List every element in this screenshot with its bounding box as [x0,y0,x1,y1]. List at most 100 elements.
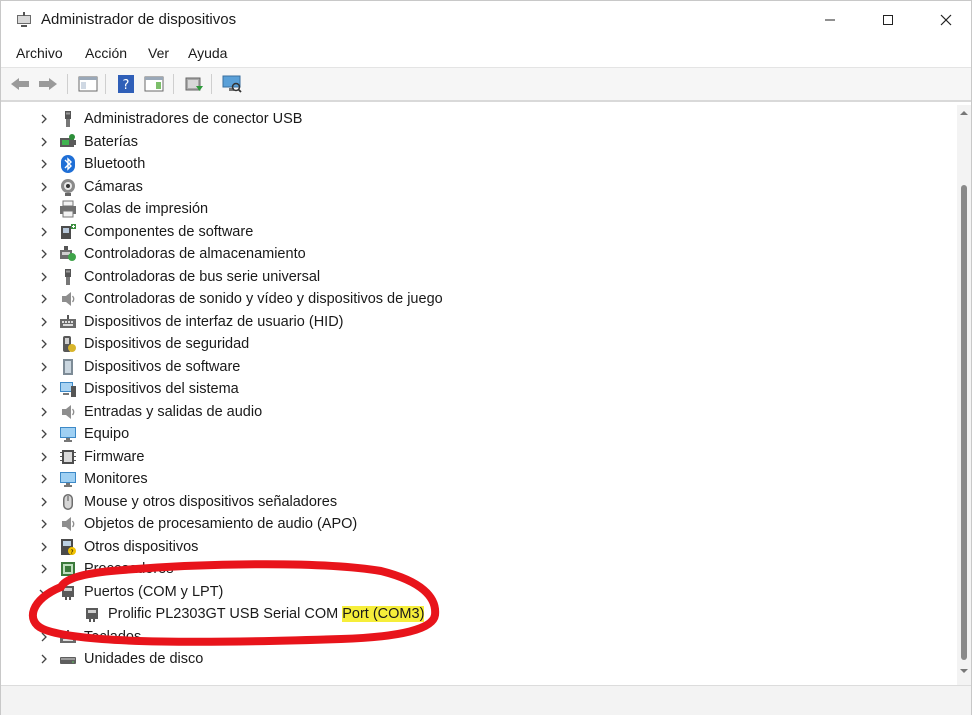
menu-archivo[interactable]: Archivo [16,45,63,61]
chevron-down-icon[interactable] [38,585,50,599]
chevron-right-icon[interactable] [38,517,50,531]
tree-category-item[interactable]: Controladoras de sonido y vídeo y dispos… [1,288,941,310]
webcam-icon [61,178,75,196]
tree-item-label: Bluetooth [84,156,145,172]
vertical-scrollbar[interactable] [957,105,971,685]
tree-category-item[interactable]: Equipo [1,423,941,445]
toolbar: ? [1,68,971,102]
system-device-icon [60,382,76,397]
help-button[interactable]: ? [115,73,137,95]
tree-item-label: Dispositivos de interfaz de usuario (HID… [84,314,344,330]
forward-button[interactable] [37,73,59,95]
tree-category-item[interactable]: Dispositivos de seguridad [1,333,941,355]
tree-category-item[interactable]: Puertos (COM y LPT) [1,581,941,603]
minimize-button[interactable] [807,1,853,39]
tree-category-item[interactable]: Bluetooth [1,153,941,175]
show-hide-console-tree-button[interactable] [77,73,99,95]
tree-item-text: Firmware [84,448,145,465]
device-manager-icon [17,12,31,27]
tree-category-item[interactable]: Controladoras de bus serie universal [1,266,941,288]
scroll-down-arrow-icon[interactable] [960,667,968,675]
keyboard-icon [60,629,76,643]
chevron-right-icon[interactable] [38,247,50,261]
tree-item-text: Equipo [84,426,130,442]
chevron-right-icon[interactable] [38,292,50,306]
tree-category-item[interactable]: Entradas y salidas de audio [1,401,941,423]
software-device-icon [63,358,73,375]
title-bar: Administrador de dispositivos [1,1,971,39]
chevron-right-icon[interactable] [38,450,50,464]
tree-item-label: Puertos (COM y LPT) [84,584,223,600]
chevron-right-icon[interactable] [38,270,50,284]
menu-accion[interactable]: Acción [85,45,127,61]
scroll-thumb[interactable] [961,185,967,660]
tree-item-label: Controladoras de almacenamiento [84,246,306,262]
chevron-right-icon[interactable] [38,202,50,216]
chevron-right-icon[interactable] [38,630,50,644]
tree-category-item[interactable]: Firmware [1,446,941,468]
tree-category-item[interactable]: Componentes de software [1,221,941,243]
update-driver-icon [185,77,203,91]
chevron-right-icon[interactable] [38,112,50,126]
tree-item-text: Entradas y salidas de audio [84,403,263,420]
back-button[interactable] [9,73,31,95]
chevron-right-icon[interactable] [38,157,50,171]
toolbar-separator [105,74,106,94]
chevron-right-icon[interactable] [38,495,50,509]
tree-child-item[interactable]: Prolific PL2303GT USB Serial COM Port (C… [1,603,941,625]
tree-item-label: Dispositivos de seguridad [84,336,249,352]
chevron-right-icon[interactable] [38,427,50,441]
tree-item-text: Dispositivos del sistema [84,381,239,397]
chevron-right-icon[interactable] [38,652,50,666]
tree-category-item[interactable]: Dispositivos de interfaz de usuario (HID… [1,311,941,333]
tree-category-item[interactable]: Dispositivos del sistema [1,378,941,400]
chevron-right-icon[interactable] [38,405,50,419]
chevron-right-icon[interactable] [38,135,50,149]
storage-controller-icon [60,246,76,261]
tree-item-text: Dispositivos de seguridad [84,336,250,352]
tree-category-item[interactable]: Baterías [1,131,941,153]
action-pane-button[interactable] [143,73,165,95]
scan-hardware-button[interactable] [221,73,243,95]
chevron-right-icon[interactable] [38,337,50,351]
tree-category-item[interactable]: Mouse y otros dispositivos señaladores [1,491,941,513]
tree-category-item[interactable]: Administradores de conector USB [1,108,941,130]
tree-category-item[interactable]: ? Otros dispositivos [1,536,941,558]
chevron-right-icon[interactable] [38,540,50,554]
chevron-right-icon[interactable] [38,360,50,374]
close-button[interactable] [923,1,969,39]
forward-arrow-icon [39,78,57,90]
tree-category-item[interactable]: Teclados [1,626,941,648]
menu-ver[interactable]: Ver [148,45,169,61]
tree-item-text: Bluetooth [84,156,146,172]
chevron-right-icon[interactable] [38,225,50,239]
menu-ayuda[interactable]: Ayuda [188,45,227,61]
maximize-button[interactable] [865,1,911,39]
tree-category-item[interactable]: Procesadores [1,558,941,580]
tree-item-text: Controladoras de almacenamiento [84,246,306,262]
tree-item-label: Colas de impresión [84,201,208,217]
tree-item-label: Prolific PL2303GT USB Serial COM Port (C… [108,606,425,622]
scroll-up-arrow-icon[interactable] [960,109,968,117]
chevron-right-icon[interactable] [38,180,50,194]
tree-item-text: Puertos (COM y LPT) [84,583,224,600]
update-driver-button[interactable] [183,73,205,95]
tree-item-text: Monitores [84,471,148,487]
svg-text:?: ? [123,78,130,93]
tree-category-item[interactable]: Colas de impresión [1,198,941,220]
chevron-right-icon[interactable] [38,562,50,576]
tree-category-item[interactable]: Monitores [1,468,941,490]
toolbar-separator [173,74,174,94]
tree-item-text: Objetos de procesamiento de audio (APO) [84,516,358,532]
device-manager-window: Administrador de dispositivos Archivo Ac… [0,0,972,715]
tree-category-item[interactable]: Cámaras [1,176,941,198]
chevron-right-icon[interactable] [38,472,50,486]
tree-category-item[interactable]: Objetos de procesamiento de audio (APO) [1,513,941,535]
keyboard-icon [60,314,76,328]
tree-category-item[interactable]: Dispositivos de software [1,356,941,378]
chevron-right-icon[interactable] [38,315,50,329]
tree-category-item[interactable]: Unidades de disco [1,648,941,670]
monitor-icon [60,472,76,487]
chevron-right-icon[interactable] [38,382,50,396]
tree-category-item[interactable]: Controladoras de almacenamiento [1,243,941,265]
